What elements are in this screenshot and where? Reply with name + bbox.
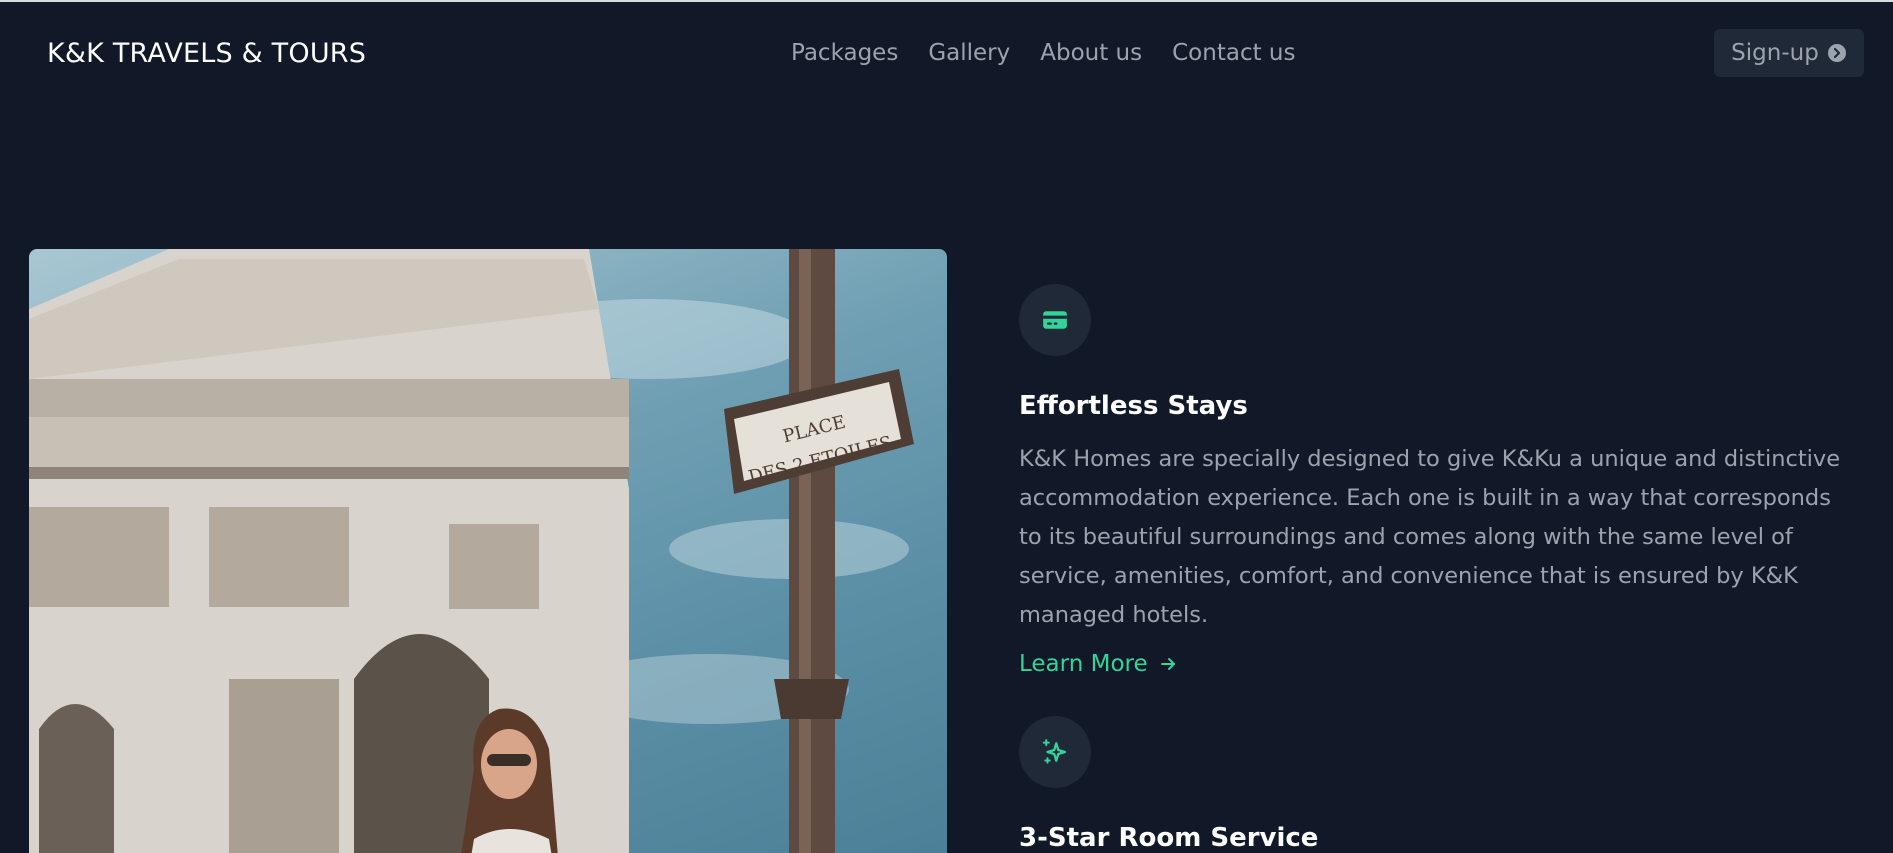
- nav-link-packages[interactable]: Packages: [791, 40, 898, 66]
- arrow-circle-right-icon: [1827, 43, 1847, 63]
- nav-link-contact-us[interactable]: Contact us: [1172, 40, 1295, 66]
- arrow-right-icon: [1158, 654, 1178, 674]
- feature-room-service: 3-Star Room Service: [1019, 716, 1859, 853]
- nav-links: Packages Gallery About us Contact us: [791, 40, 1295, 66]
- signup-label: Sign-up: [1731, 40, 1819, 66]
- feature-title: 3-Star Room Service: [1019, 823, 1319, 853]
- signup-button[interactable]: Sign-up: [1714, 29, 1864, 77]
- feature-title: Effortless Stays: [1019, 391, 1248, 421]
- sparkles-icon: [1040, 737, 1070, 767]
- hero-photo: PLACE DES 2 ETOILES: [29, 249, 947, 853]
- learn-more-label: Learn More: [1019, 651, 1148, 677]
- sparkles-icon-badge: [1019, 716, 1091, 788]
- nav-link-about-us[interactable]: About us: [1040, 40, 1142, 66]
- feature-description: K&K Homes are specially designed to give…: [1019, 446, 1841, 628]
- brand-logo[interactable]: K&K TRAVELS & TOURS: [47, 38, 366, 69]
- feature-effortless-stays: Effortless Stays K&K Homes are specially…: [1019, 284, 1859, 677]
- learn-more-link[interactable]: Learn More: [1019, 651, 1859, 677]
- credit-card-icon-badge: [1019, 284, 1091, 356]
- navbar: K&K TRAVELS & TOURS Packages Gallery Abo…: [0, 2, 1893, 102]
- credit-card-icon: [1040, 305, 1070, 335]
- nav-link-gallery[interactable]: Gallery: [928, 40, 1010, 66]
